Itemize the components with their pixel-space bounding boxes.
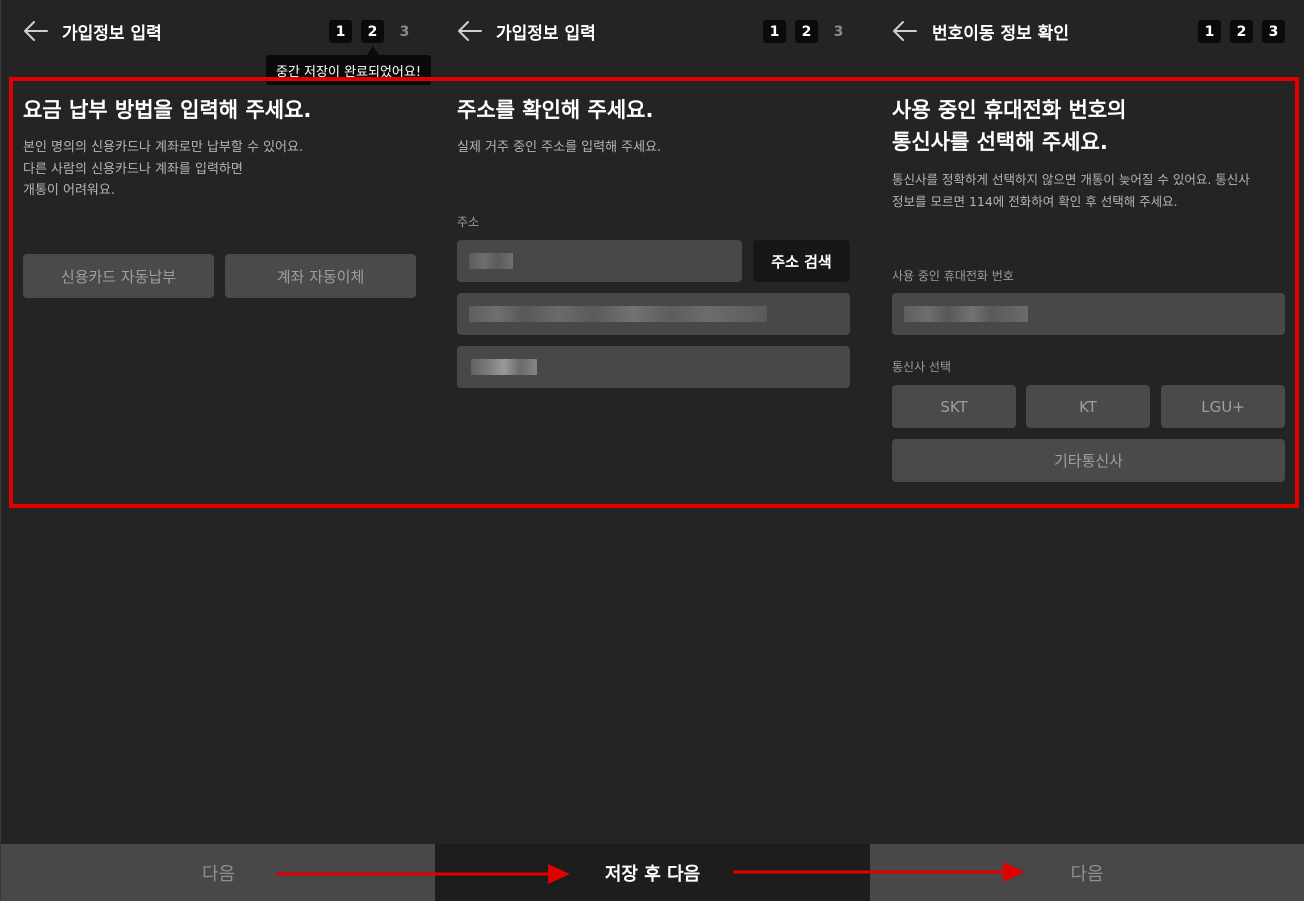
step-indicator-3: 3 [1262,20,1285,43]
arrow-left-icon[interactable] [23,18,49,44]
flow-arrow-icon [276,864,570,884]
step-indicator-1: 1 [1198,20,1221,43]
flow-arrow-icon [733,862,1025,882]
step-indicator-1: 1 [763,20,786,43]
highlight-frame [9,77,1299,508]
step-indicator-3: 3 [833,23,844,40]
step-indicator-2: 2 [1230,20,1253,43]
page-title: 가입정보 입력 [62,24,162,44]
step-indicator-1: 1 [329,20,352,43]
arrow-left-icon[interactable] [892,18,918,44]
step-indicator-2: 2 [795,20,818,43]
arrow-left-icon[interactable] [457,18,483,44]
step-indicator-3: 3 [399,23,410,40]
step-indicator-2: 2 [361,20,384,43]
tooltip-pointer [367,46,379,55]
page-title: 가입정보 입력 [496,24,596,44]
page-title: 번호이동 정보 확인 [932,24,1069,44]
